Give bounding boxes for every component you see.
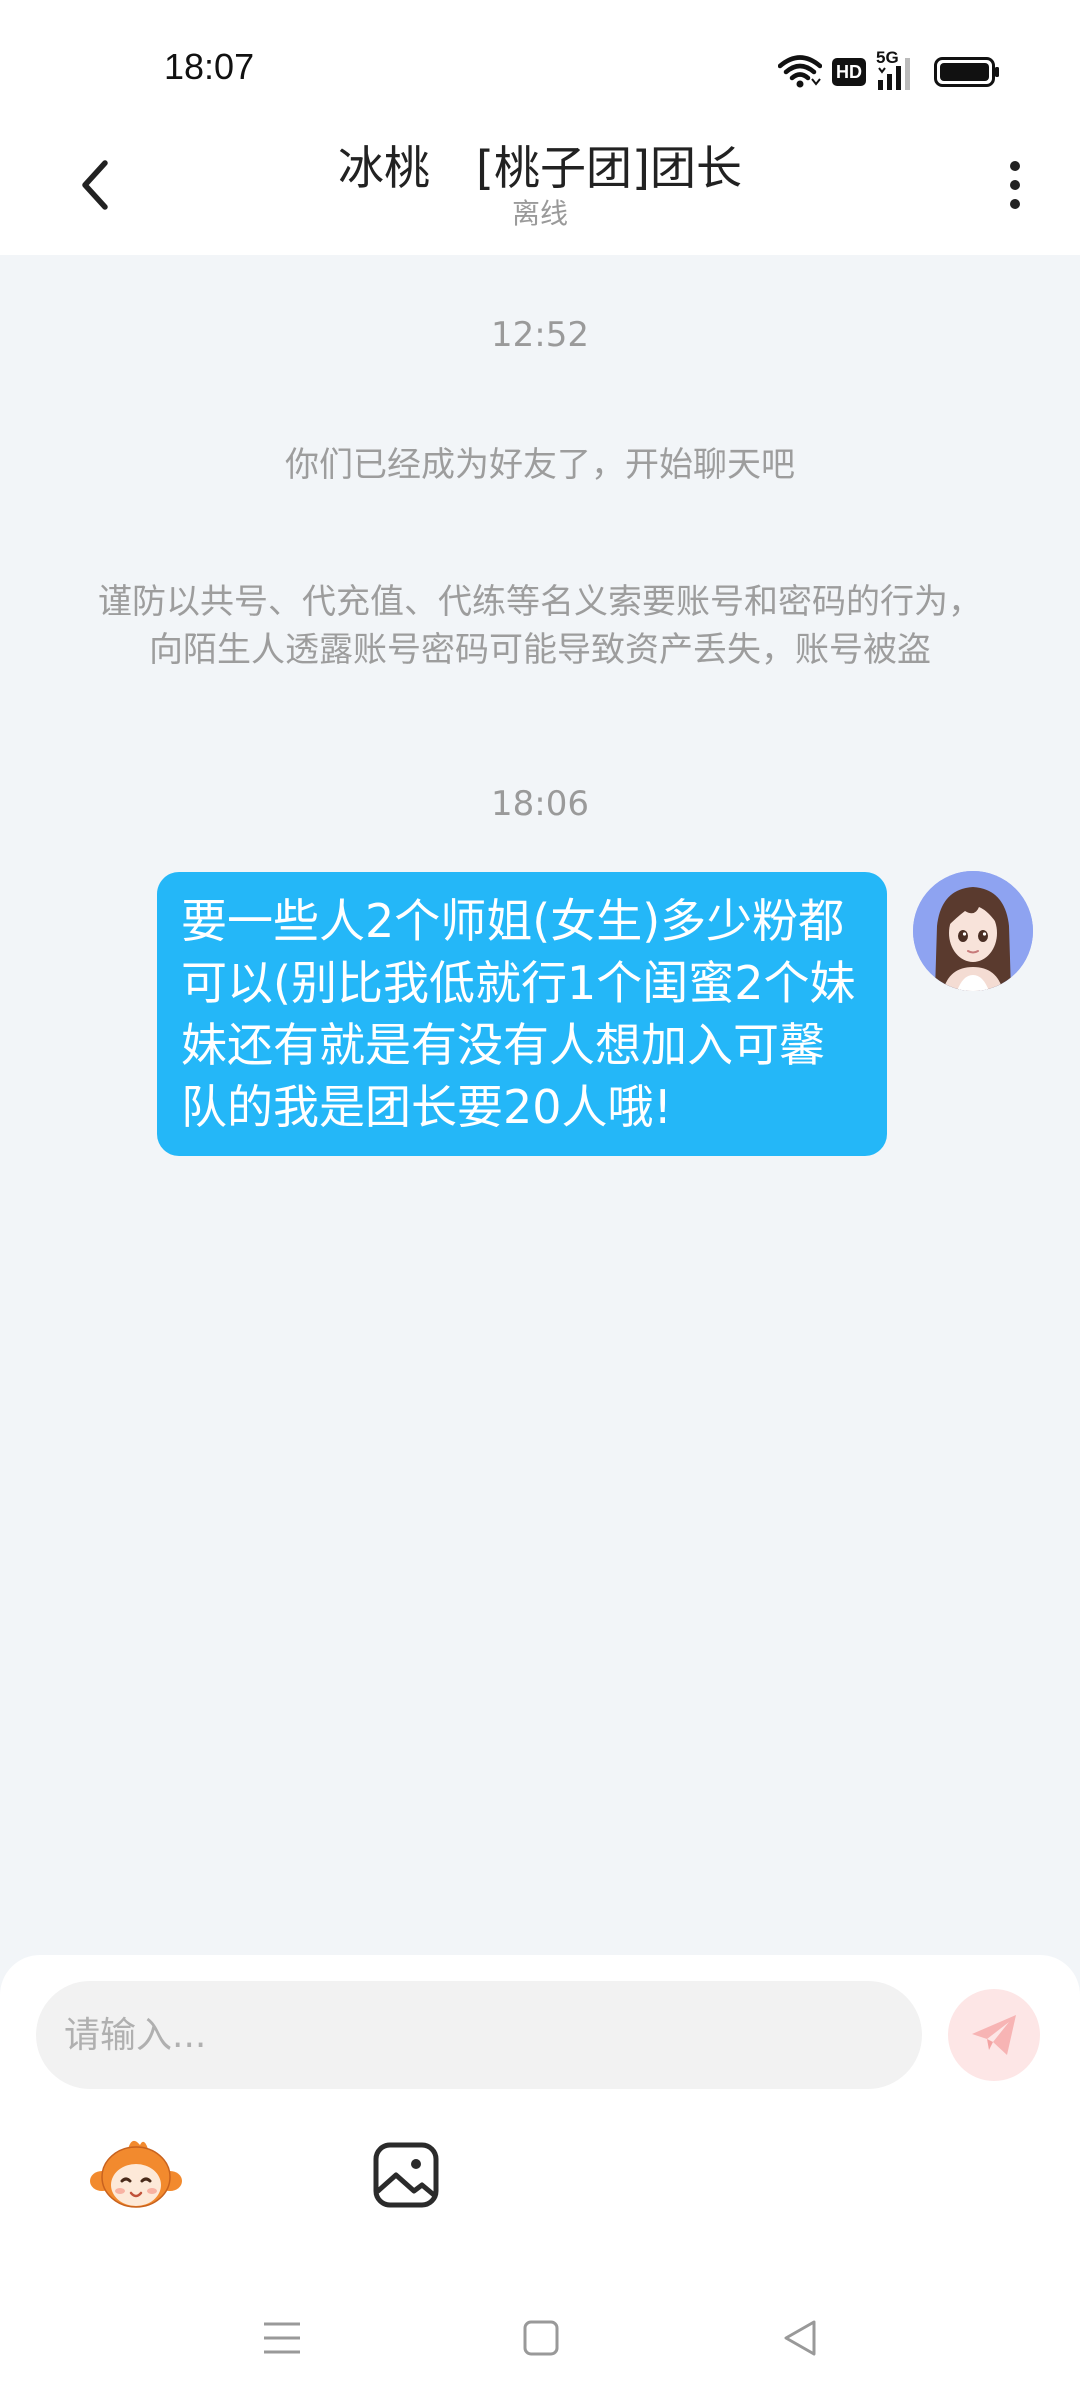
online-status: 离线 — [511, 197, 568, 230]
mascot-emoji-icon — [90, 2140, 182, 2208]
battery-icon — [934, 57, 1000, 87]
triangle-back-icon — [784, 2320, 816, 2356]
emoji-button[interactable] — [88, 2135, 184, 2215]
message-timestamp: 12:52 — [491, 315, 589, 355]
square-icon — [523, 2320, 559, 2356]
nav-back-button[interactable] — [770, 2310, 830, 2366]
status-time: 18:07 — [164, 46, 255, 87]
wifi-icon — [778, 55, 822, 89]
user-avatar[interactable] — [913, 871, 1033, 991]
image-icon — [373, 2142, 439, 2208]
contact-name: 冰桃 [桃子团]团长 — [338, 141, 742, 195]
chat-screen: 18:07 HD 5G 冰桃 [桃子团]团长 离线 12:52 你们已经成为好友… — [0, 0, 1080, 2400]
nav-menu-button[interactable] — [252, 2310, 312, 2366]
message-input[interactable] — [36, 1981, 922, 2089]
outgoing-message-bubble[interactable]: 要一些人2个师姐(女生)多少粉都可以(别比我低就行1个闺蜜2个妹妹还有就是有没有… — [157, 872, 887, 1156]
hd-icon: HD — [832, 58, 866, 86]
more-dot — [1010, 180, 1020, 190]
image-button[interactable] — [370, 2139, 442, 2211]
signal-icon: 5G — [876, 48, 924, 92]
system-message: 你们已经成为好友了，开始聊天吧 — [285, 445, 795, 485]
status-bar: 18:07 HD 5G — [0, 0, 1080, 120]
status-icons: HD 5G — [778, 48, 1000, 94]
send-button[interactable] — [948, 1989, 1040, 2081]
menu-icon — [264, 2322, 300, 2354]
message-timestamp: 18:06 — [491, 784, 589, 824]
chat-header: 冰桃 [桃子团]团长 离线 — [0, 120, 1080, 255]
nav-home-button[interactable] — [511, 2310, 571, 2366]
security-warning: 谨防以共号、代充值、代练等名义索要账号和密码的行为，向陌生人透露账号密码可能导致… — [98, 582, 982, 670]
more-dot — [1010, 199, 1020, 209]
avatar-image — [913, 871, 1033, 991]
input-panel — [0, 1955, 1080, 2400]
more-options-button[interactable] — [980, 150, 1050, 220]
paper-plane-icon — [972, 2015, 1016, 2055]
more-vertical-icon — [1010, 161, 1020, 171]
